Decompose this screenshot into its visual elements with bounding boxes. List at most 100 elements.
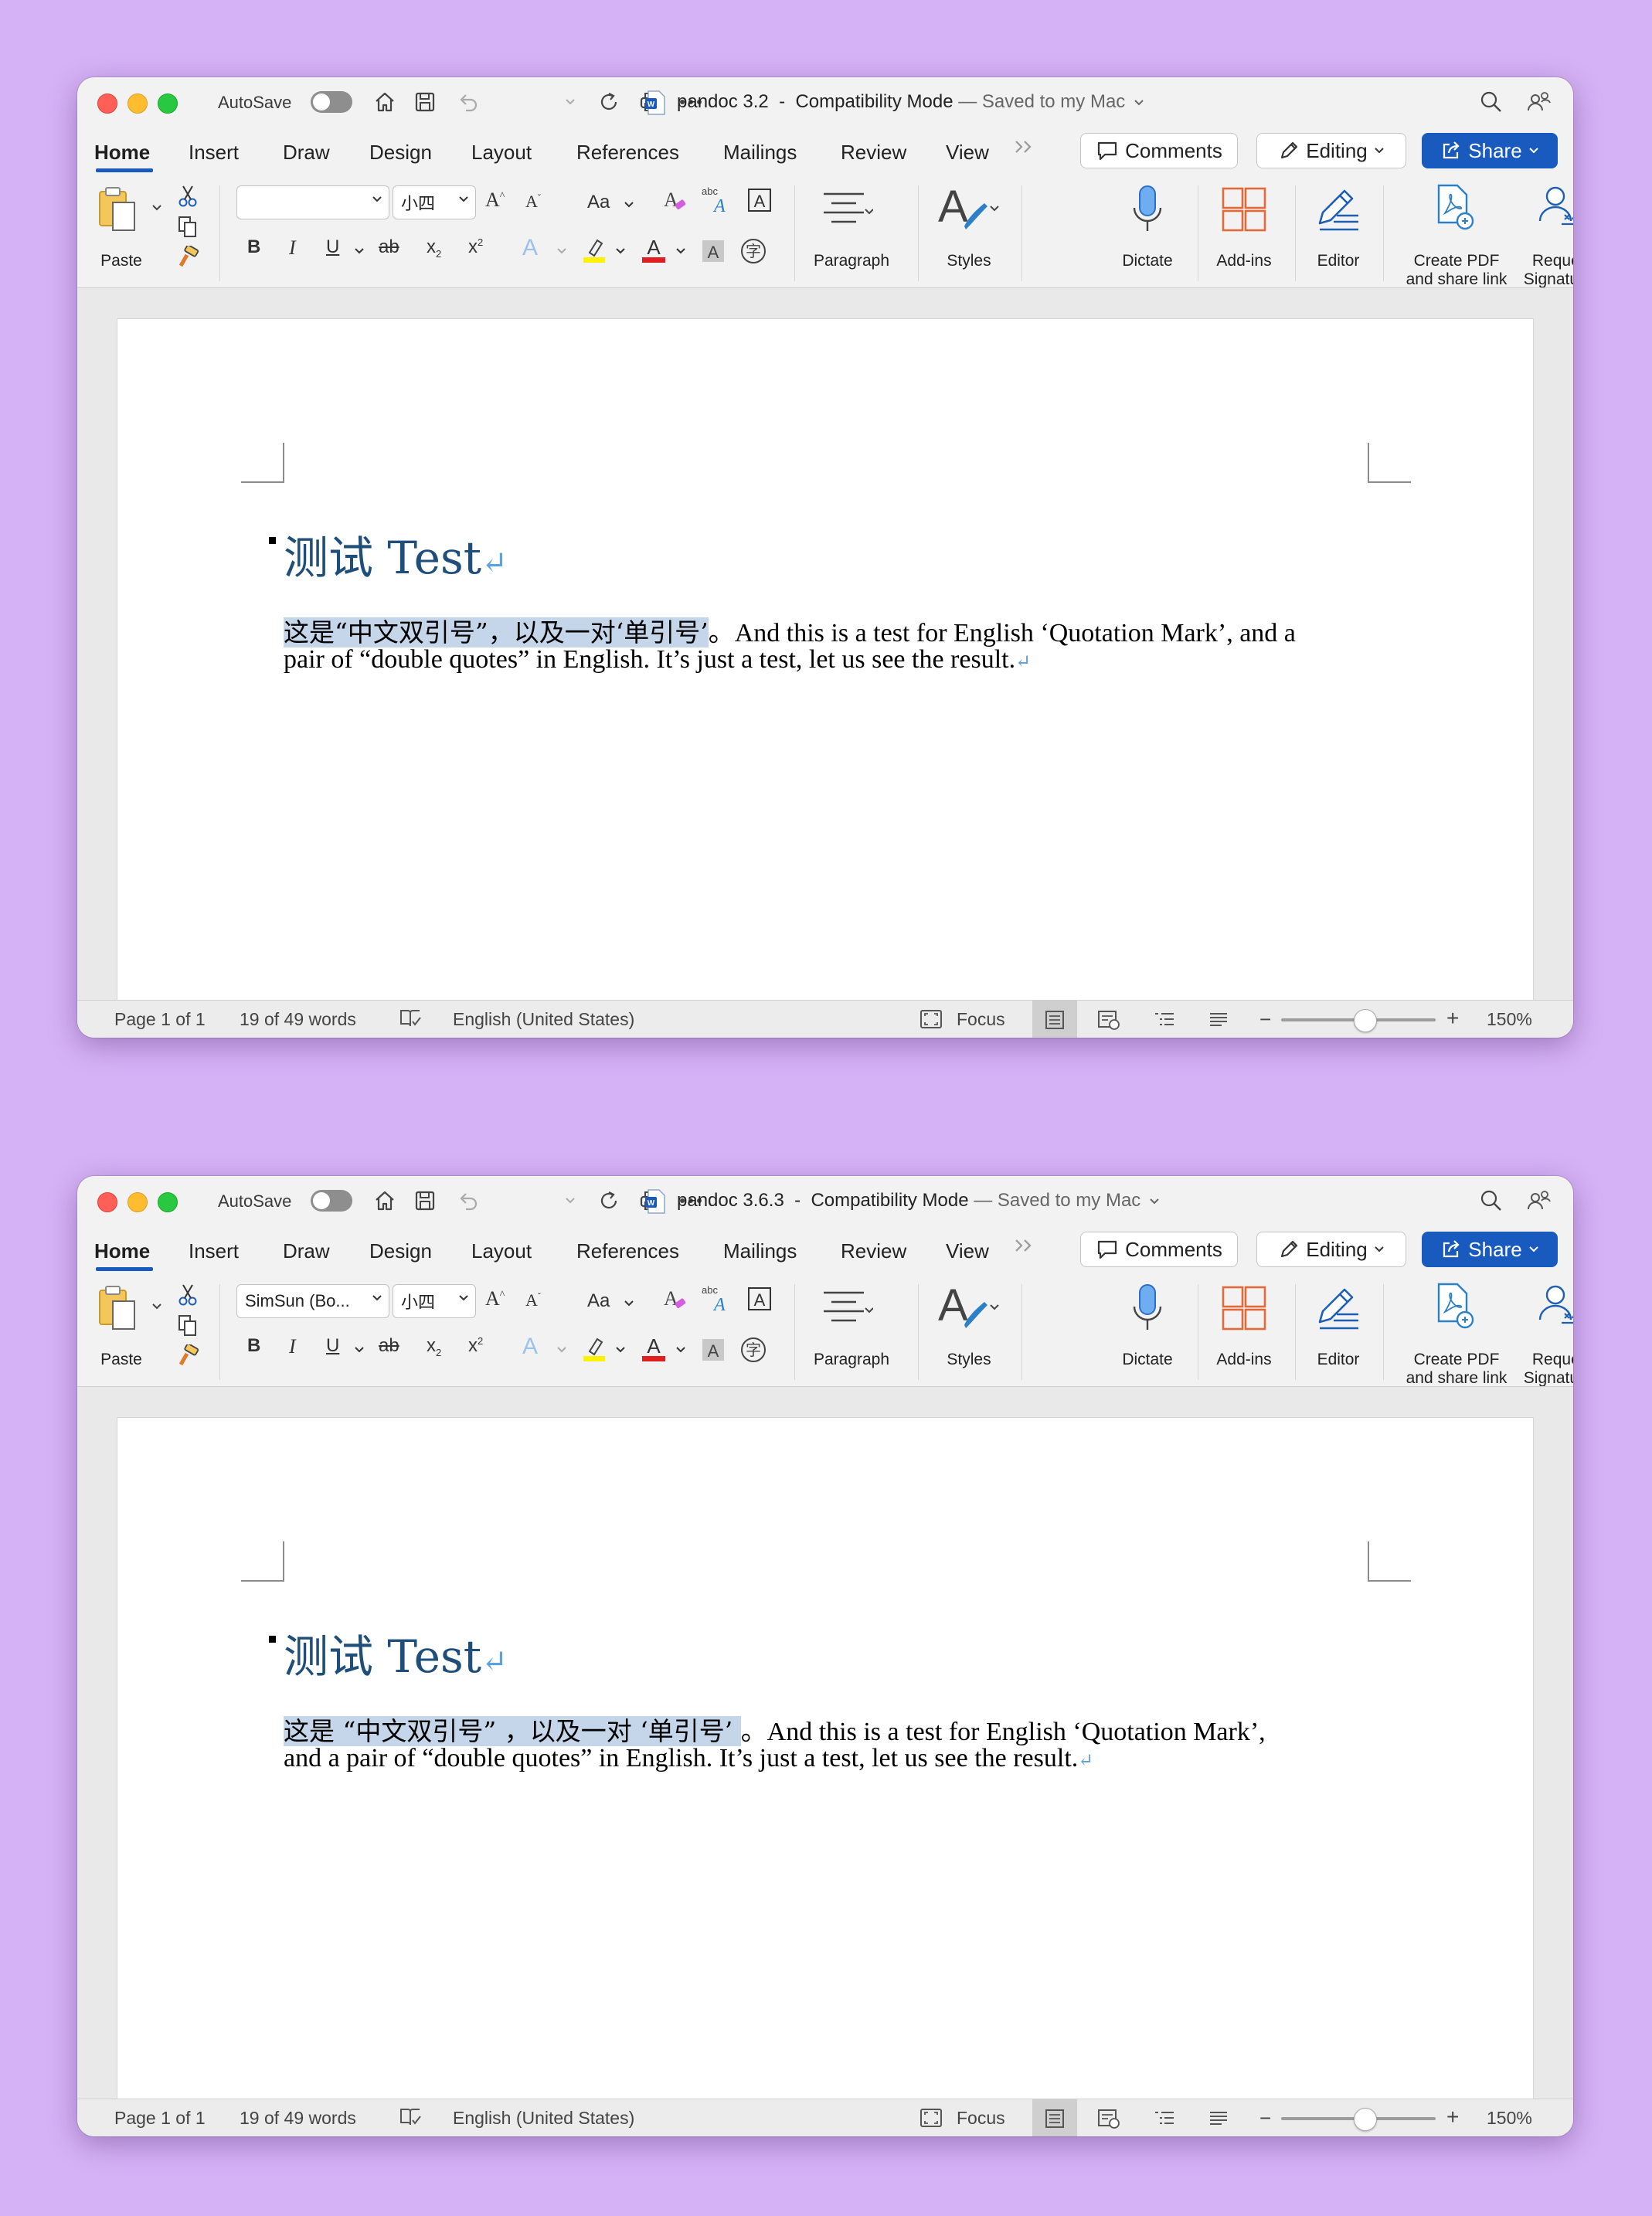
underline-icon[interactable]: U [326,1335,339,1357]
share-button[interactable]: Share [1422,133,1558,168]
clipboard-icon[interactable] [97,1284,138,1332]
outline-view-button[interactable] [1142,1001,1187,1038]
save-icon[interactable] [410,1185,440,1216]
tab-layout[interactable]: Layout [471,1239,532,1263]
close-window-button[interactable] [97,93,117,114]
text-effects-abc-icon[interactable]: abc A [702,184,733,215]
zoom-in-icon[interactable]: + [1446,2105,1459,2129]
font-color-chevron-icon[interactable] [675,247,686,255]
tab-design[interactable]: Design [369,141,432,165]
zoom-window-button[interactable] [158,93,178,114]
tab-view[interactable]: View [946,1239,989,1263]
text-effects-chevron-icon[interactable] [556,247,567,255]
word-count[interactable]: 19 of 49 words [240,1009,356,1030]
highlighter-icon[interactable] [581,1335,607,1363]
font-color-icon[interactable]: A [640,1334,668,1363]
home-icon[interactable] [369,1185,400,1216]
page-count[interactable]: Page 1 of 1 [114,1009,206,1030]
editor-pen-icon[interactable] [1310,1283,1366,1334]
tab-design[interactable]: Design [369,1239,432,1263]
document-heading[interactable]: 测试 Test↵ [284,522,508,586]
superscript-icon[interactable]: x2 [468,1335,483,1357]
document-title[interactable]: pandoc 3.2 - Compatibility Mode — Saved … [677,91,1144,113]
search-icon[interactable] [1476,87,1507,117]
body-line-2[interactable]: and a pair of “double quotes” in English… [284,1744,1093,1773]
highlighter-chevron-icon[interactable] [615,1346,626,1354]
undo-icon[interactable] [453,87,484,117]
focus-label[interactable]: Focus [957,2108,1005,2129]
paste-chevron-down-icon[interactable] [151,1303,162,1310]
strikethrough-icon[interactable]: ab [379,236,399,258]
language-status[interactable]: English (United States) [453,2108,634,2129]
zoom-in-icon[interactable]: + [1446,1006,1459,1031]
zoom-slider-knob[interactable] [1354,1009,1377,1032]
editing-mode-button[interactable]: Editing [1256,1232,1406,1267]
font-color-icon[interactable]: A [640,235,668,264]
character-shading-icon[interactable]: A [700,1337,726,1363]
format-painter-icon[interactable] [175,244,201,270]
font-name-combo[interactable]: SimSun (Bo... [236,1284,389,1318]
italic-icon[interactable]: I [289,1335,296,1358]
tab-review[interactable]: Review [841,1239,906,1263]
clipboard-icon[interactable] [97,185,138,233]
request-signatures-icon[interactable] [1535,1283,1573,1331]
create-pdf-icon[interactable] [1433,184,1479,232]
body-line-1[interactable]: 这是“中文双引号”，以及一对‘单引号’。And this is a test f… [284,611,1296,649]
add-ins-grid-icon[interactable] [1216,1283,1272,1334]
title-chevron-down-icon[interactable] [1149,1198,1160,1205]
editor-pen-icon[interactable] [1310,184,1366,235]
more-tabs-chevrons-icon[interactable] [1014,138,1035,161]
close-window-button[interactable] [97,1192,117,1212]
zoom-out-icon[interactable]: − [1259,1008,1271,1032]
text-effects-icon[interactable]: A [522,235,538,261]
shrink-font-icon[interactable]: Aˇ [525,192,541,212]
minimize-window-button[interactable] [127,93,148,114]
cut-scissors-icon[interactable] [176,184,199,209]
tab-draw[interactable]: Draw [283,1239,330,1263]
character-shading-icon[interactable]: A [700,238,726,264]
change-case-icon[interactable]: Aa [587,192,610,213]
search-icon[interactable] [1476,1185,1507,1216]
document-heading[interactable]: 测试 Test↵ [284,1620,508,1685]
document-area[interactable]: 测试 Test↵ 这是 “中文双引号” ，以及一对 ‘单引号’ 。And thi… [77,1386,1573,2113]
underline-chevron-icon[interactable] [354,1346,365,1354]
title-chevron-down-icon[interactable] [1134,99,1144,107]
paste-chevron-down-icon[interactable] [151,204,162,212]
tab-references[interactable]: References [576,141,679,165]
tab-home[interactable]: Home [94,1239,150,1263]
account-icon[interactable] [1524,1185,1555,1216]
text-effects-chevron-icon[interactable] [556,1346,567,1354]
web-layout-view-button[interactable] [1086,1001,1131,1038]
tab-draw[interactable]: Draw [283,141,330,165]
grow-font-icon[interactable]: A^ [485,1287,505,1310]
font-color-chevron-icon[interactable] [675,1346,686,1354]
grow-font-icon[interactable]: A^ [485,189,505,212]
focus-label[interactable]: Focus [957,1009,1005,1030]
zoom-level[interactable]: 150% [1487,2108,1532,2129]
create-pdf-icon[interactable] [1433,1283,1479,1331]
copy-icon[interactable] [176,1314,199,1338]
share-button[interactable]: Share [1422,1232,1558,1267]
tab-references[interactable]: References [576,1239,679,1263]
change-case-icon[interactable]: Aa [587,1290,610,1312]
highlighter-chevron-icon[interactable] [615,247,626,255]
proofing-book-icon[interactable] [399,1008,422,1034]
comments-button[interactable]: Comments [1080,1232,1238,1267]
subscript-icon[interactable]: x2 [427,236,441,260]
tab-mailings[interactable]: Mailings [723,141,797,165]
autosave-toggle[interactable] [311,1190,352,1212]
tab-home[interactable]: Home [94,141,150,165]
tab-insert[interactable]: Insert [189,1239,239,1263]
zoom-out-icon[interactable]: − [1259,2106,1271,2130]
styles-icon[interactable]: A [936,1281,1001,1335]
font-size-combo[interactable]: 小四 [393,185,476,219]
request-signatures-icon[interactable] [1535,184,1573,232]
account-icon[interactable] [1524,87,1555,117]
add-ins-grid-icon[interactable] [1216,184,1272,235]
bold-icon[interactable]: B [247,1335,260,1357]
body-line-2[interactable]: pair of “double quotes” in English. It’s… [284,645,1031,675]
document-title[interactable]: pandoc 3.6.3 - Compatibility Mode — Save… [677,1190,1160,1212]
draft-view-button[interactable] [1196,1001,1241,1038]
cut-scissors-icon[interactable] [176,1283,199,1307]
tab-view[interactable]: View [946,141,989,165]
